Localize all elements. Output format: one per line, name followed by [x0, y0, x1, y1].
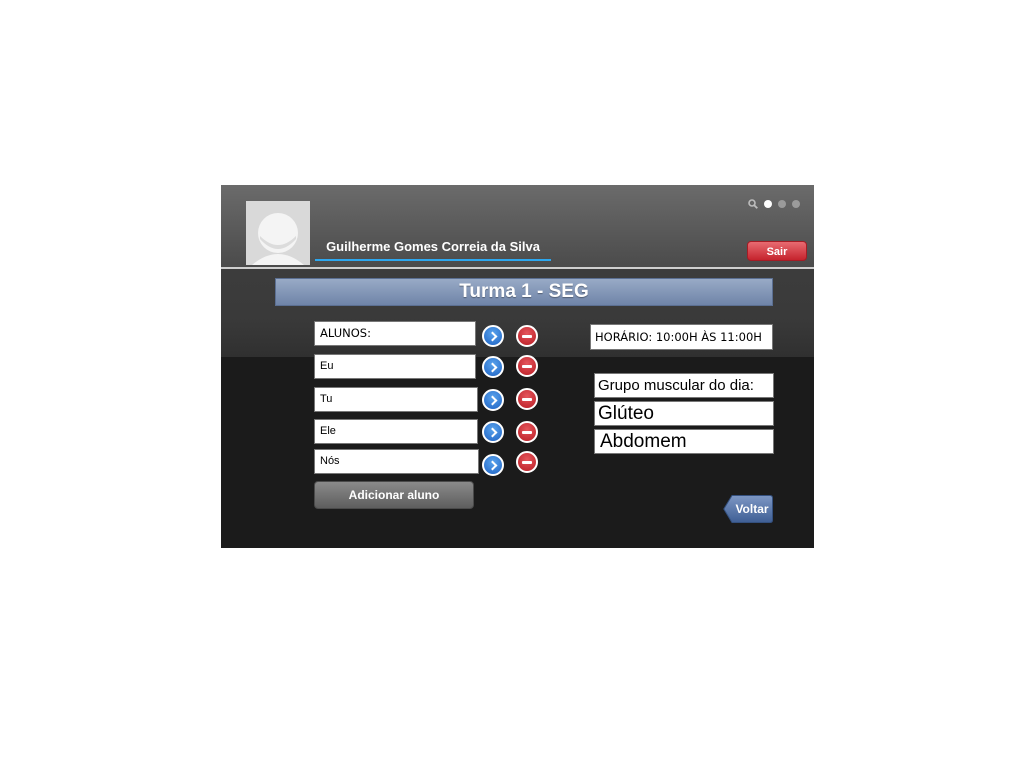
- page-title: Turma 1 - SEG: [275, 278, 773, 306]
- avatar: [246, 201, 310, 265]
- student-1-go-button[interactable]: [482, 356, 504, 378]
- student-field-3[interactable]: Ele: [314, 419, 478, 444]
- page-dot-1[interactable]: [764, 200, 772, 208]
- student-field-1[interactable]: Eu: [314, 354, 476, 379]
- student-2-remove-button[interactable]: [516, 388, 538, 410]
- user-silhouette-icon: [252, 213, 304, 265]
- student-field-2[interactable]: Tu: [314, 387, 478, 412]
- student-1-remove-button[interactable]: [516, 355, 538, 377]
- student-field-4[interactable]: Nós: [314, 449, 479, 474]
- student-3-remove-button[interactable]: [516, 421, 538, 443]
- header-bar: Guilherme Gomes Correia da Silva Sair: [221, 185, 814, 269]
- students-header-remove-button[interactable]: [516, 325, 538, 347]
- students-header-go-button[interactable]: [482, 325, 504, 347]
- back-button-label: Voltar: [735, 502, 769, 516]
- page-dot-3[interactable]: [792, 200, 800, 208]
- muscle-group-item-1: Glúteo: [594, 401, 774, 426]
- student-4-remove-button[interactable]: [516, 451, 538, 473]
- app-screen: Guilherme Gomes Correia da Silva Sair Tu…: [221, 185, 814, 548]
- page-dot-2[interactable]: [778, 200, 786, 208]
- add-student-button[interactable]: Adicionar aluno: [314, 481, 474, 509]
- students-header: ALUNOS:: [314, 321, 476, 346]
- username-label: Guilherme Gomes Correia da Silva: [315, 235, 551, 261]
- page-indicator: [748, 199, 800, 209]
- student-4-go-button[interactable]: [482, 454, 504, 476]
- schedule-label: HORÁRIO: 10:00H ÀS 11:00H: [590, 324, 773, 350]
- student-3-go-button[interactable]: [482, 421, 504, 443]
- logout-button[interactable]: Sair: [747, 241, 807, 261]
- back-button[interactable]: Voltar: [723, 495, 773, 523]
- muscle-group-label: Grupo muscular do dia:: [594, 373, 774, 398]
- student-2-go-button[interactable]: [482, 389, 504, 411]
- search-icon[interactable]: [748, 199, 758, 209]
- muscle-group-item-2: Abdomem: [594, 429, 774, 454]
